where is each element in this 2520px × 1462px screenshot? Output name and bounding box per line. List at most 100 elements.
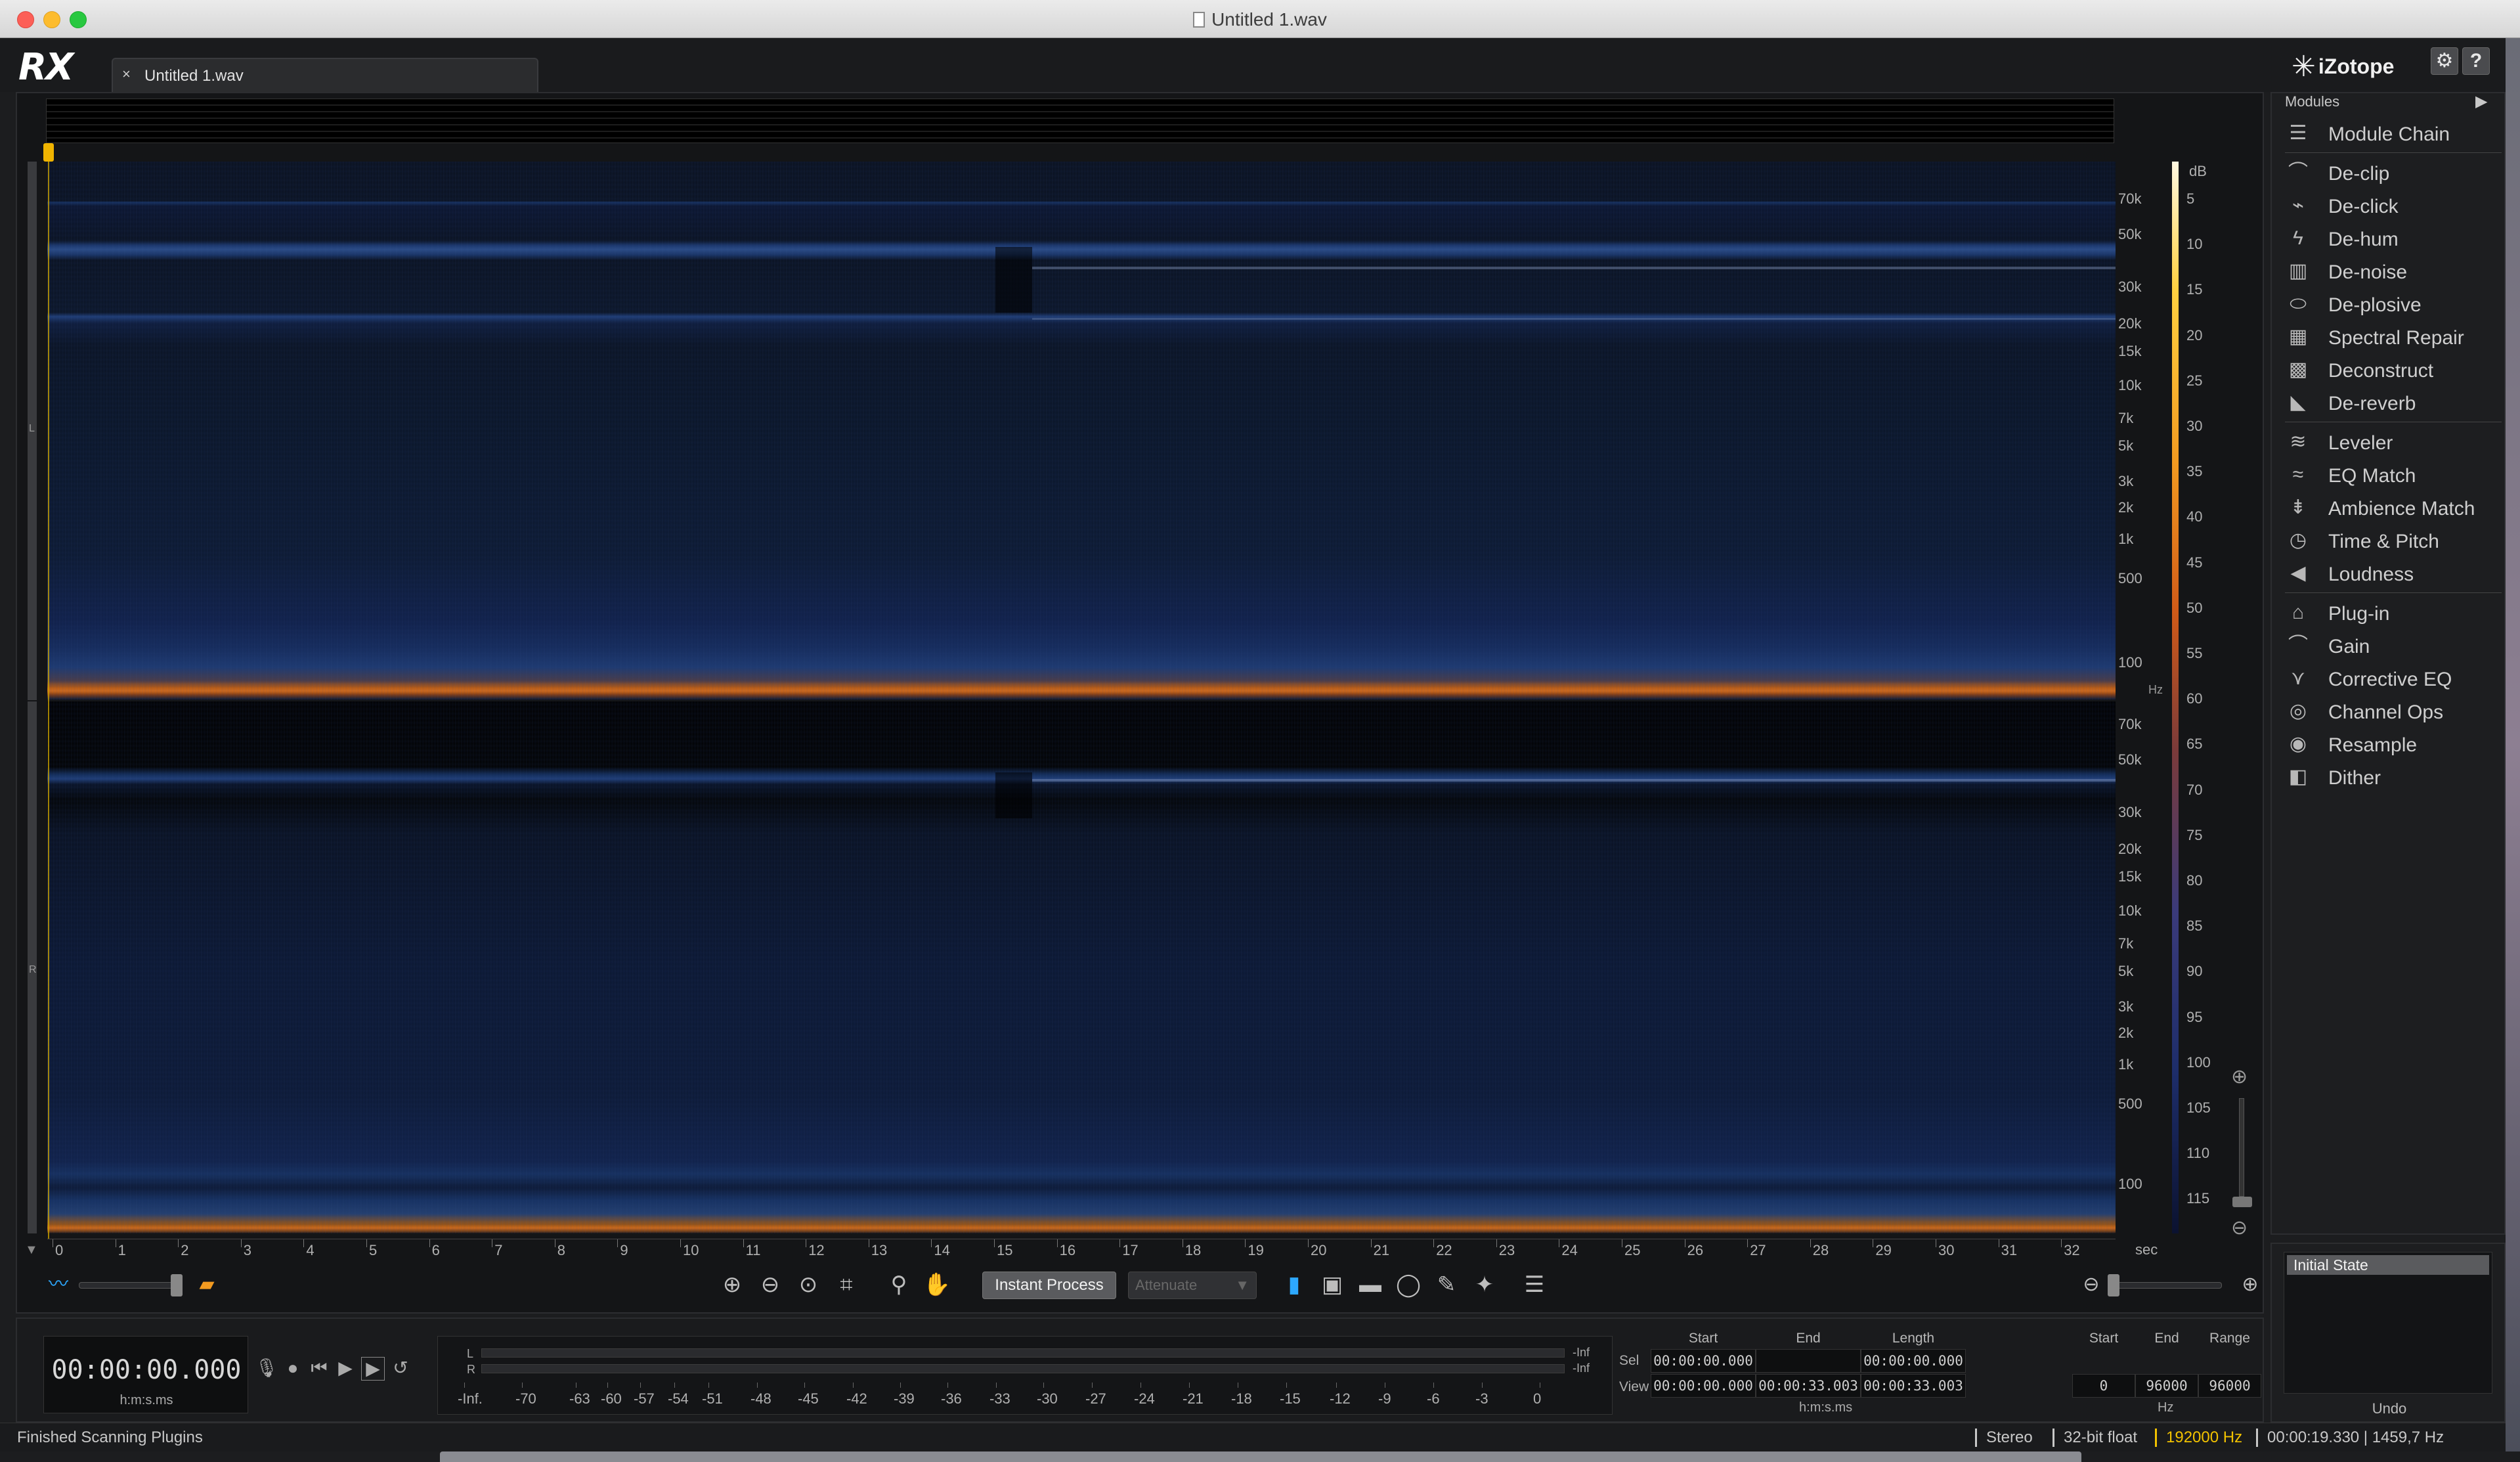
module-label: De-plosive — [2328, 294, 2422, 316]
waveform-spectrogram-blend-slider[interactable] — [79, 1282, 177, 1289]
frequency-tick-label: 20k — [2118, 841, 2142, 857]
magnify-tool-icon[interactable]: ⚲ — [884, 1270, 914, 1300]
time-tick-label: 14 — [931, 1239, 950, 1258]
module-item-plug-in[interactable]: ⌂ Plug-in — [2285, 598, 2502, 628]
vertical-zoom-handle[interactable] — [2232, 1197, 2252, 1207]
zoom-out-icon[interactable]: ⊖ — [755, 1270, 785, 1300]
meter-r-peak[interactable]: -Inf — [1573, 1362, 1590, 1375]
frequency-tick-label: 50k — [2118, 226, 2142, 242]
play-selection-icon[interactable]: ▶ — [361, 1357, 385, 1381]
attenuate-dropdown[interactable]: Attenuate ▼ — [1128, 1272, 1257, 1299]
file-tab-label: Untitled 1.wav — [144, 67, 244, 85]
deconstruct-icon: ▩ — [2288, 359, 2308, 380]
module-item-de-plosive[interactable]: ⬭ De-plosive — [2285, 289, 2502, 319]
zoom-selection-icon[interactable]: ⊙ — [793, 1270, 823, 1300]
settings-gear-icon[interactable]: ⚙ — [2431, 47, 2458, 75]
play-icon[interactable]: ▶ — [334, 1357, 357, 1381]
horizontal-zoom-slider[interactable] — [2110, 1282, 2222, 1289]
record-icon[interactable]: ● — [281, 1357, 305, 1381]
freq-end-field[interactable]: 96000 — [2135, 1374, 2198, 1398]
module-label: De-click — [2328, 196, 2399, 217]
freq-start-field[interactable]: 0 — [2072, 1374, 2135, 1398]
waveform-overview[interactable] — [46, 99, 2114, 143]
module-label: Ambience Match — [2328, 498, 2475, 520]
module-item-spectral-repair[interactable]: ▦ Spectral Repair — [2285, 322, 2502, 352]
view-end-field[interactable]: 00:00:33.003 — [1756, 1374, 1861, 1398]
module-item-de-reverb[interactable]: ◣ De-reverb — [2285, 388, 2502, 418]
module-item-de-noise[interactable]: ▥ De-noise — [2285, 256, 2502, 286]
time-tick-label: 13 — [868, 1239, 888, 1258]
module-item-corrective-eq[interactable]: ⋎ Corrective EQ — [2285, 663, 2502, 694]
help-button[interactable]: ? — [2462, 47, 2490, 75]
app-header: RX × Untitled 1.wav ✳ iZotope ⚙ ? — [0, 38, 2520, 92]
module-item-time-pitch[interactable]: ◷ Time & Pitch — [2285, 525, 2502, 556]
horizontal-zoom-in-icon[interactable]: ⊕ — [2235, 1270, 2265, 1300]
module-item-leveler[interactable]: ≋ Leveler — [2285, 427, 2502, 457]
db-tick-label: 90 — [2186, 963, 2203, 980]
time-tick-label: 24 — [1559, 1239, 1578, 1258]
hand-tool-icon[interactable]: ✋ — [922, 1270, 952, 1300]
module-item-eq-match[interactable]: ≈ EQ Match — [2285, 460, 2502, 490]
db-tick-label: 15 — [2186, 281, 2203, 298]
spectrogram-view-icon[interactable]: ▰ — [192, 1270, 222, 1300]
module-item-ambience-match[interactable]: ⇟ Ambience Match — [2285, 493, 2502, 523]
module-item-de-hum[interactable]: ϟ De-hum — [2285, 223, 2502, 254]
sel-start-field[interactable]: 00:00:00.000 — [1651, 1349, 1756, 1373]
instant-process-button[interactable]: Instant Process — [982, 1272, 1116, 1299]
horizontal-zoom-out-icon[interactable]: ⊖ — [2076, 1270, 2106, 1300]
view-length-field[interactable]: 00:00:33.003 — [1861, 1374, 1966, 1398]
module-item-de-clip[interactable]: ⌒ De-clip — [2285, 158, 2502, 188]
module-label: Gain — [2328, 636, 2370, 657]
spectrogram-right-channel[interactable] — [47, 701, 2116, 1233]
module-item-loudness[interactable]: ◀ Loudness — [2285, 558, 2502, 588]
module-item-de-click[interactable]: ⌁ De-click — [2285, 190, 2502, 221]
module-item-channel-ops[interactable]: ◎ Channel Ops — [2285, 696, 2502, 726]
file-tab[interactable]: × Untitled 1.wav — [112, 58, 538, 92]
meter-tick-label: -70 — [515, 1383, 536, 1407]
zoom-fit-icon[interactable]: ⌗ — [831, 1270, 861, 1300]
undo-item[interactable]: Initial State — [2287, 1255, 2489, 1275]
blend-slider-handle[interactable] — [171, 1274, 183, 1296]
status-cursor-position: 00:00:19.330 | 1459,7 Hz — [2256, 1429, 2444, 1447]
meter-l-peak[interactable]: -Inf — [1573, 1346, 1590, 1360]
module-item-resample[interactable]: ◉ Resample — [2285, 729, 2502, 759]
spectrogram-editor[interactable]: L R 70k 50k 30k 20k 15k 10k 7k 5k 3k 2k 1k 500 100 7… — [16, 92, 2264, 1314]
frequency-selection-tool-icon[interactable]: ▬ — [1355, 1270, 1385, 1300]
freq-range-field[interactable]: 96000 — [2198, 1374, 2261, 1398]
time-selection-tool-icon[interactable]: ▮ — [1279, 1270, 1309, 1300]
sel-length-field[interactable]: 00:00:00.000 — [1861, 1349, 1966, 1373]
brush-tool-icon[interactable]: ✎ — [1431, 1270, 1462, 1300]
time-axis[interactable]: 0 1 2 3 4 5 6 7 8 9 10 11 12 13 14 15 16 17 18 19 20 21 22 23 24… — [47, 1239, 2116, 1265]
attenuate-value: Attenuate — [1135, 1277, 1198, 1293]
module-item-module-chain[interactable]: ☰ Module Chain — [2285, 118, 2502, 148]
harmonic-selection-icon[interactable]: ☰ — [1519, 1270, 1550, 1300]
lasso-tool-icon[interactable]: ◯ — [1393, 1270, 1423, 1300]
time-tick-label: 17 — [1119, 1239, 1139, 1258]
db-color-scale[interactable] — [2172, 162, 2179, 1233]
eq-match-icon: ≈ — [2292, 464, 2304, 485]
sel-row-label: Sel — [1619, 1353, 1640, 1368]
playhead-marker[interactable] — [43, 143, 54, 162]
vertical-zoom-out-icon[interactable]: ⊖ — [2231, 1216, 2248, 1239]
skip-back-icon[interactable]: ⏮ — [307, 1357, 331, 1381]
magic-wand-tool-icon[interactable]: ✦ — [1469, 1270, 1500, 1300]
zoom-in-icon[interactable]: ⊕ — [717, 1270, 747, 1300]
vertical-zoom-slider[interactable] — [2239, 1098, 2244, 1197]
expand-arrow-icon[interactable]: ▶ — [2475, 92, 2487, 111]
close-tab-icon[interactable]: × — [122, 66, 131, 83]
view-start-field[interactable]: 00:00:00.000 — [1651, 1374, 1756, 1398]
time-frequency-selection-tool-icon[interactable]: ▣ — [1317, 1270, 1347, 1300]
module-item-dither[interactable]: ◧ Dither — [2285, 762, 2502, 792]
time-display[interactable]: 00:00:00.000 h:m:s.ms — [43, 1336, 248, 1413]
spectrogram-left-channel[interactable] — [47, 162, 2116, 700]
waveform-view-icon[interactable]: 〰 — [43, 1270, 74, 1300]
loop-icon[interactable]: ↺ — [389, 1357, 412, 1381]
horizontal-zoom-handle[interactable] — [2108, 1274, 2119, 1296]
undo-history-list[interactable]: Initial State — [2284, 1252, 2492, 1394]
editor-toolbar: 〰 ▰ ⊕ ⊖ ⊙ ⌗ ⚲ ✋ Instant Process Attenuat… — [16, 1264, 2264, 1307]
module-item-deconstruct[interactable]: ▩ Deconstruct — [2285, 355, 2502, 385]
vertical-zoom-in-icon[interactable]: ⊕ — [2231, 1065, 2248, 1088]
sel-end-field[interactable] — [1756, 1349, 1861, 1373]
module-item-gain[interactable]: ⌒ Gain — [2285, 631, 2502, 661]
microphone-icon[interactable]: 🎙 — [255, 1357, 278, 1381]
